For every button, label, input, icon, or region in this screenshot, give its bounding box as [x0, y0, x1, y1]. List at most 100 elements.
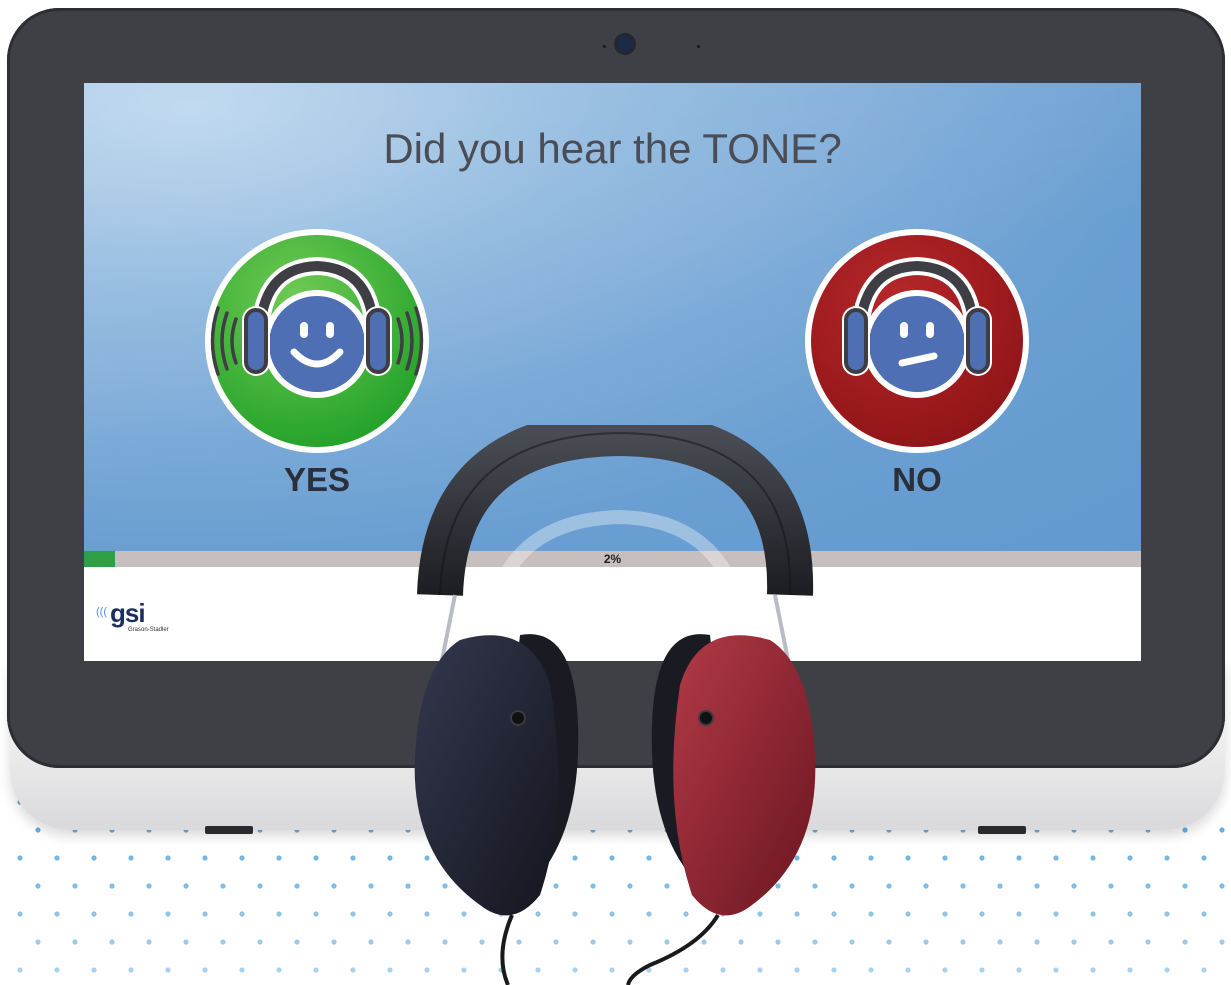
pattern-dot: [905, 967, 911, 973]
pattern-dot: [905, 911, 911, 917]
pattern-dot: [350, 967, 356, 973]
device-foot: [978, 826, 1026, 834]
pattern-dot: [997, 939, 1003, 945]
pattern-dot: [331, 939, 337, 945]
pattern-dot: [146, 883, 152, 889]
pattern-dot: [72, 939, 78, 945]
pattern-dot: [91, 967, 97, 973]
pattern-dot: [128, 967, 134, 973]
pattern-dot: [276, 855, 282, 861]
pattern-dot: [1034, 883, 1040, 889]
pattern-dot: [220, 939, 226, 945]
yes-button[interactable]: [202, 226, 432, 456]
pattern-dot: [1127, 967, 1133, 973]
pattern-dot: [1090, 967, 1096, 973]
pattern-dot: [905, 855, 911, 861]
pattern-dot: [276, 967, 282, 973]
pattern-dot: [35, 883, 41, 889]
pattern-dot: [849, 883, 855, 889]
pattern-dot: [331, 883, 337, 889]
pattern-dot: [276, 911, 282, 917]
pattern-dot: [54, 855, 60, 861]
pattern-dot: [1034, 939, 1040, 945]
question-title: Did you hear the TONE?: [383, 125, 842, 172]
pattern-dot: [1219, 883, 1225, 889]
pattern-dot: [1164, 967, 1170, 973]
logo-subtitle: Grason-Stadler: [128, 627, 169, 633]
pattern-dot: [1053, 911, 1059, 917]
pattern-dot: [997, 883, 1003, 889]
pattern-dot: [886, 883, 892, 889]
pattern-dot: [368, 939, 374, 945]
pattern-dot: [165, 967, 171, 973]
pattern-dot: [1201, 911, 1207, 917]
pattern-dot: [1016, 911, 1022, 917]
pattern-dot: [1108, 939, 1114, 945]
pattern-dot: [294, 939, 300, 945]
pattern-dot: [1016, 967, 1022, 973]
pattern-dot: [942, 855, 948, 861]
pattern-dot: [1219, 827, 1225, 833]
pattern-dot: [1127, 911, 1133, 917]
pattern-dot: [868, 967, 874, 973]
pattern-dot: [1201, 855, 1207, 861]
pattern-dot: [1164, 855, 1170, 861]
pattern-dot: [868, 911, 874, 917]
pattern-dot: [942, 967, 948, 973]
pattern-dot: [239, 911, 245, 917]
pattern-dot: [239, 855, 245, 861]
pattern-dot: [91, 911, 97, 917]
pattern-dot: [35, 827, 41, 833]
happy-face-headphones-icon: [205, 229, 429, 453]
no-button[interactable]: [802, 226, 1032, 456]
pattern-dot: [183, 883, 189, 889]
pattern-dot: [368, 883, 374, 889]
pattern-dot: [257, 883, 263, 889]
sound-waves-icon: (((: [96, 606, 107, 618]
pattern-dot: [1145, 883, 1151, 889]
pattern-dot: [202, 855, 208, 861]
pattern-dot: [72, 883, 78, 889]
pattern-dot: [313, 855, 319, 861]
pattern-dot: [1127, 855, 1133, 861]
pattern-dot: [1182, 939, 1188, 945]
pattern-dot: [35, 939, 41, 945]
pattern-dot: [387, 967, 393, 973]
pattern-dot: [165, 855, 171, 861]
pattern-dot: [183, 939, 189, 945]
pattern-dot: [91, 855, 97, 861]
pattern-dot: [979, 911, 985, 917]
neutral-face-headphones-icon: [805, 229, 1029, 453]
pattern-dot: [313, 911, 319, 917]
pattern-dot: [942, 911, 948, 917]
pattern-dot: [165, 911, 171, 917]
pattern-dot: [979, 855, 985, 861]
pattern-dot: [886, 939, 892, 945]
pattern-dot: [17, 855, 23, 861]
pattern-dot: [960, 883, 966, 889]
pattern-dot: [1016, 855, 1022, 861]
pattern-dot: [923, 939, 929, 945]
pattern-dot: [1090, 855, 1096, 861]
pattern-dot: [868, 855, 874, 861]
pattern-dot: [979, 967, 985, 973]
pattern-dot: [109, 939, 115, 945]
sensor-dot: [697, 45, 700, 48]
pattern-dot: [17, 911, 23, 917]
pattern-dot: [1053, 967, 1059, 973]
pattern-dot: [1182, 883, 1188, 889]
pattern-dot: [387, 911, 393, 917]
pattern-dot: [17, 967, 23, 973]
pattern-dot: [1071, 883, 1077, 889]
pattern-dot: [849, 939, 855, 945]
pattern-dot: [1071, 939, 1077, 945]
pattern-dot: [313, 967, 319, 973]
pattern-dot: [202, 911, 208, 917]
pattern-dot: [257, 939, 263, 945]
pattern-dot: [350, 911, 356, 917]
pattern-dot: [1108, 883, 1114, 889]
pattern-dot: [54, 911, 60, 917]
pattern-dot: [1053, 855, 1059, 861]
pattern-dot: [220, 883, 226, 889]
headphones-image: [414, 425, 816, 985]
